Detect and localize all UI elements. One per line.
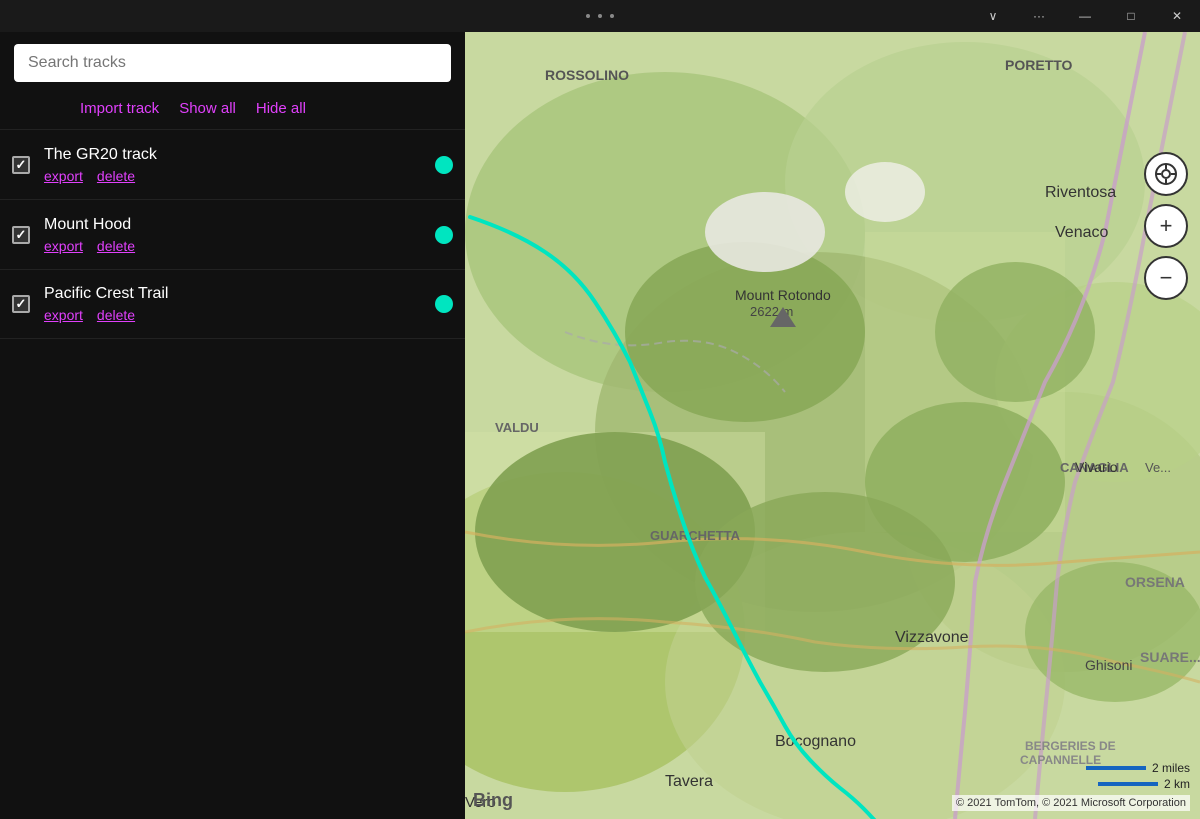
track-item-gr20: The GR20 track export delete	[0, 129, 465, 199]
export-link-hood[interactable]: export	[44, 238, 83, 254]
track-item-pct: Pacific Crest Trail export delete	[0, 269, 465, 339]
track-info-pct: Pacific Crest Trail export delete	[44, 285, 427, 323]
export-link-pct[interactable]: export	[44, 307, 83, 323]
svg-text:PORETTO: PORETTO	[1005, 57, 1073, 73]
search-input[interactable]	[14, 44, 451, 82]
bing-logo: Bing	[473, 790, 513, 811]
hide-all-link[interactable]: Hide all	[256, 100, 306, 117]
svg-text:Ghisoni: Ghisoni	[1085, 657, 1132, 673]
title-dot-1	[586, 14, 590, 18]
track-checkbox-pct[interactable]	[12, 295, 30, 313]
sidebar: Import track Show all Hide all The GR20 …	[0, 32, 465, 819]
svg-text:Bocognano: Bocognano	[775, 733, 856, 750]
location-button[interactable]	[1144, 152, 1188, 196]
main-layout: Import track Show all Hide all The GR20 …	[0, 0, 1200, 819]
svg-text:ROSSOLINO: ROSSOLINO	[545, 67, 629, 83]
svg-text:Venaco: Venaco	[1055, 224, 1108, 241]
track-item-hood: Mount Hood export delete	[0, 199, 465, 269]
track-info-gr20: The GR20 track export delete	[44, 146, 427, 184]
track-checkbox-gr20[interactable]	[12, 156, 30, 174]
track-checkbox-hood[interactable]	[12, 226, 30, 244]
delete-link-hood[interactable]: delete	[97, 238, 135, 254]
search-bar-wrap	[0, 32, 465, 92]
delete-link-gr20[interactable]: delete	[97, 168, 135, 184]
svg-text:Ve...: Ve...	[1145, 460, 1171, 475]
delete-link-pct[interactable]: delete	[97, 307, 135, 323]
track-name-hood: Mount Hood	[44, 216, 427, 234]
svg-text:Mount Rotondo: Mount Rotondo	[735, 287, 831, 303]
track-name-gr20: The GR20 track	[44, 146, 427, 164]
track-list: The GR20 track export delete Mount Hood …	[0, 129, 465, 339]
map-controls: + −	[1144, 152, 1188, 300]
scale-bar-miles-bar	[1086, 766, 1146, 770]
maximize-button[interactable]: □	[1108, 0, 1154, 32]
track-dot-pct	[435, 295, 453, 313]
svg-text:Riventosa: Riventosa	[1045, 184, 1116, 201]
dots-icon[interactable]: ···	[1016, 0, 1062, 32]
map-area[interactable]: ROSSOLINO PORETTO Riventosa Venaco Mount…	[465, 32, 1200, 819]
track-actions-gr20: export delete	[44, 168, 427, 184]
minimize-button[interactable]: —	[1062, 0, 1108, 32]
svg-text:GUARCHETTA: GUARCHETTA	[650, 528, 741, 543]
track-dot-hood	[435, 226, 453, 244]
scale-miles-label: 2 miles	[1152, 761, 1190, 775]
track-dot-gr20	[435, 156, 453, 174]
zoom-out-button[interactable]: −	[1144, 256, 1188, 300]
chevron-down-icon[interactable]: ∨	[970, 0, 1016, 32]
import-track-link[interactable]: Import track	[80, 100, 159, 117]
scale-km-label: 2 km	[1164, 777, 1190, 791]
scale-km: 2 km	[1098, 777, 1190, 791]
track-actions-hood: export delete	[44, 238, 427, 254]
zoom-in-button[interactable]: +	[1144, 204, 1188, 248]
title-dot-2	[598, 14, 602, 18]
svg-text:SUARE...: SUARE...	[1140, 649, 1200, 665]
svg-text:Tavera: Tavera	[665, 773, 713, 790]
title-bar: ∨ ··· — □ ✕	[0, 0, 1200, 32]
scale-bar-km-bar	[1098, 782, 1158, 786]
map-attribution: © 2021 TomTom, © 2021 Microsoft Corporat…	[952, 795, 1190, 811]
show-all-link[interactable]: Show all	[179, 100, 236, 117]
scale-miles: 2 miles	[1086, 761, 1190, 775]
svg-text:Vivario: Vivario	[1075, 459, 1118, 475]
track-actions-pct: export delete	[44, 307, 427, 323]
close-button[interactable]: ✕	[1154, 0, 1200, 32]
map-scale: 2 miles 2 km	[1086, 761, 1190, 791]
title-dot-3	[610, 14, 614, 18]
action-links: Import track Show all Hide all	[0, 92, 465, 129]
export-link-gr20[interactable]: export	[44, 168, 83, 184]
bing-label: Bing	[473, 790, 513, 811]
map-svg: ROSSOLINO PORETTO Riventosa Venaco Mount…	[465, 32, 1200, 819]
location-icon	[1154, 162, 1178, 186]
svg-text:Vizzavone: Vizzavone	[895, 629, 969, 646]
track-name-pct: Pacific Crest Trail	[44, 285, 427, 303]
title-bar-center-buttons	[586, 14, 614, 18]
svg-text:ORSENA: ORSENA	[1125, 574, 1185, 590]
track-info-hood: Mount Hood export delete	[44, 216, 427, 254]
svg-text:VALDU: VALDU	[495, 420, 539, 435]
svg-text:BERGERIES DE: BERGERIES DE	[1025, 739, 1116, 753]
